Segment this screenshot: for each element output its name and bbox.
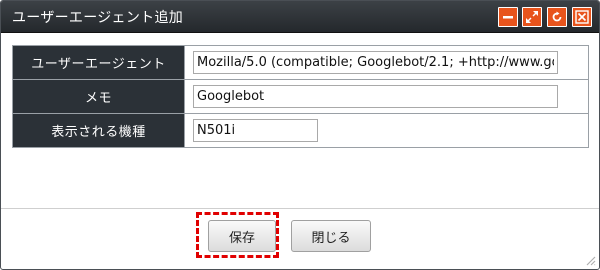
close-button[interactable] (572, 7, 592, 27)
add-user-agent-dialog: ユーザーエージェント追加 ユーザーエージェント Mozilla/5.0 (com… (0, 0, 600, 270)
display-model-input[interactable] (193, 119, 318, 142)
expand-icon (526, 11, 538, 23)
user-agent-form: ユーザーエージェント メモ 表示される機種 (12, 45, 589, 148)
display-model-cell (184, 113, 589, 148)
save-button[interactable]: 保存 (208, 220, 276, 252)
dialog-titlebar[interactable]: ユーザーエージェント追加 (1, 1, 599, 33)
user-agent-input[interactable] (193, 51, 558, 74)
memo-label: メモ (12, 79, 185, 114)
form-row-memo: メモ (12, 79, 589, 114)
close-icon (575, 10, 589, 24)
memo-input[interactable] (193, 85, 558, 108)
reload-button[interactable] (547, 7, 567, 27)
memo-cell (184, 79, 589, 114)
user-agent-cell (184, 45, 589, 80)
minimize-icon (503, 16, 513, 19)
reload-icon (552, 11, 562, 22)
minimize-button[interactable] (498, 7, 518, 27)
footer-divider (1, 208, 599, 209)
maximize-button[interactable] (522, 7, 542, 27)
close-dialog-button[interactable]: 閉じる (291, 220, 371, 252)
dialog-title: ユーザーエージェント追加 (12, 10, 184, 26)
user-agent-label: ユーザーエージェント (12, 45, 185, 80)
form-row-user-agent: ユーザーエージェント (12, 45, 589, 80)
display-model-label: 表示される機種 (12, 113, 185, 148)
form-row-display-model: 表示される機種 (12, 113, 589, 148)
resize-grip-icon[interactable] (584, 254, 596, 266)
